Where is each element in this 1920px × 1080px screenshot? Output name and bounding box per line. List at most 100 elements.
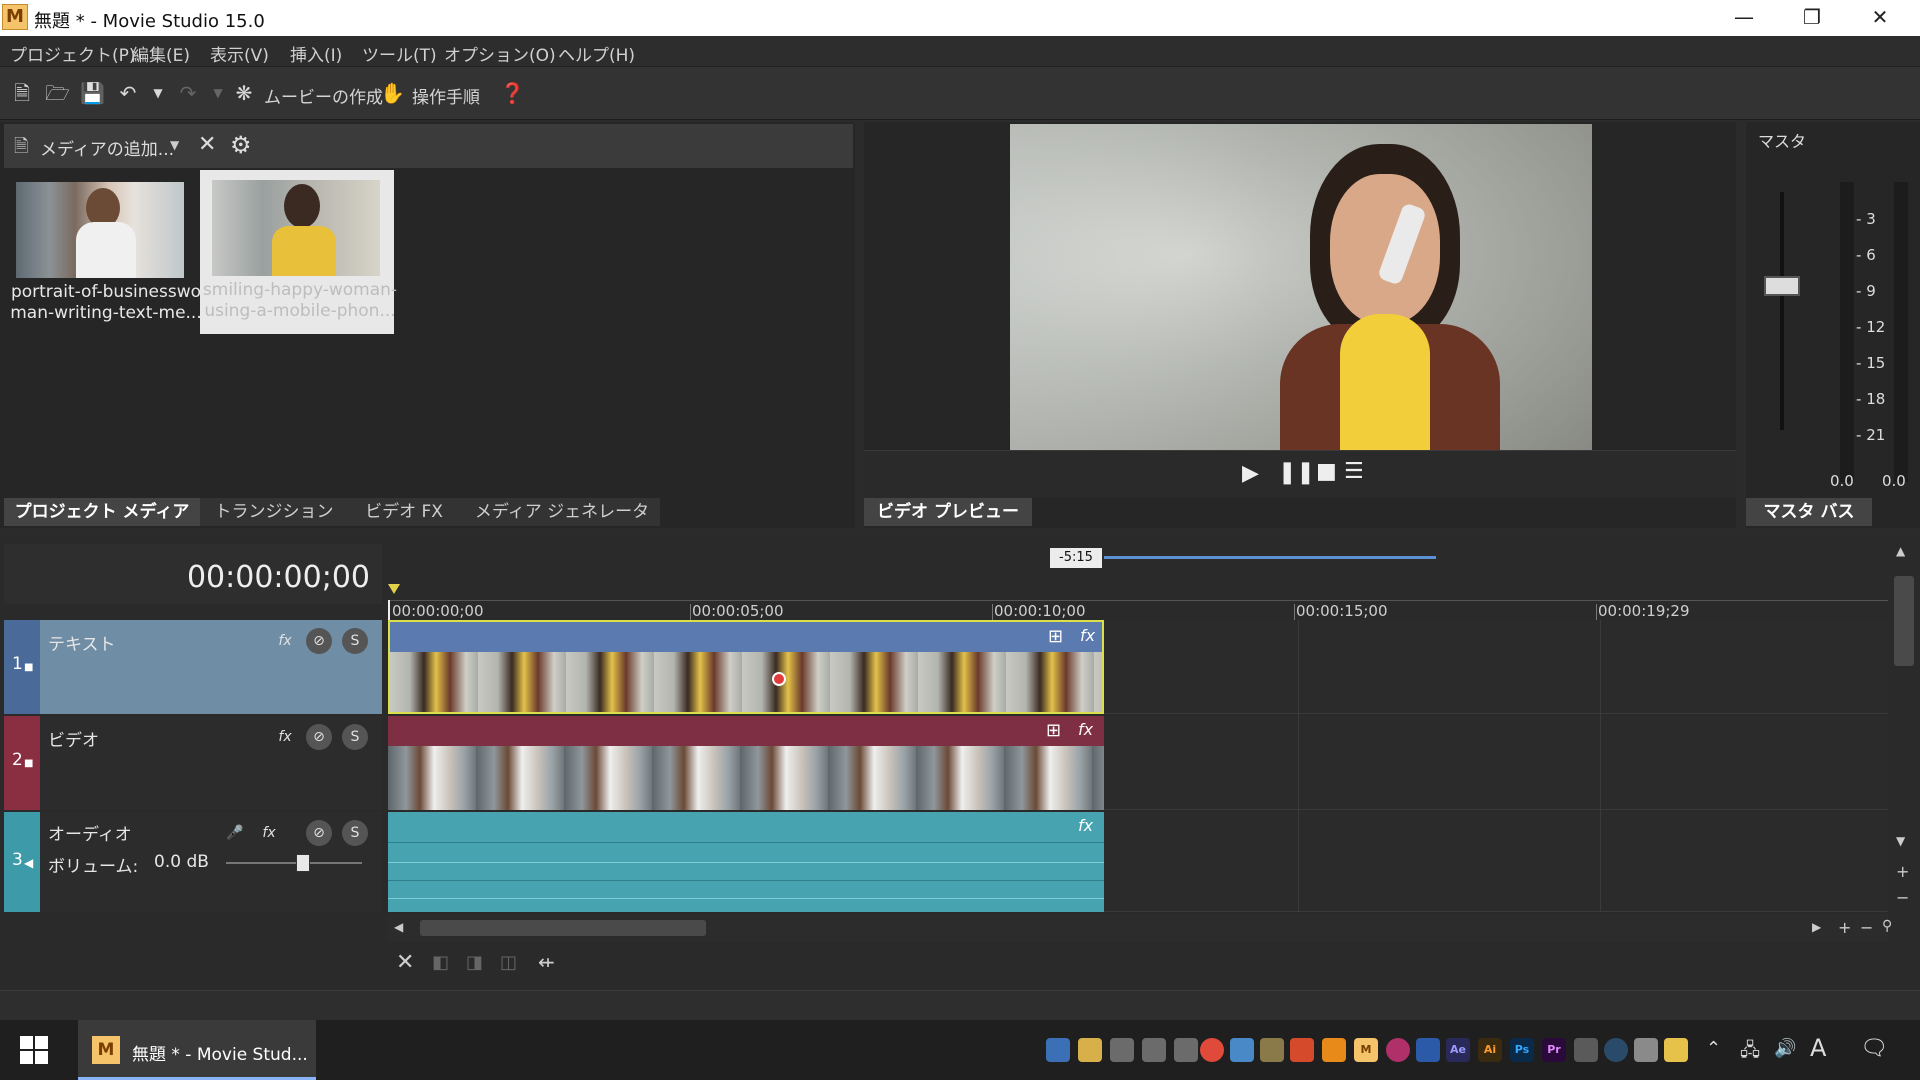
volume-slider-handle[interactable] <box>296 854 310 872</box>
help-context-icon[interactable]: ❓ <box>500 81 525 105</box>
input-method-icon[interactable]: A <box>1810 1034 1826 1062</box>
tray-app-icon[interactable] <box>1664 1038 1688 1062</box>
volume-slider-track[interactable] <box>226 862 362 864</box>
redo-icon[interactable]: ↷ <box>176 81 200 105</box>
taskbar-app-movie-studio[interactable]: M 無題 * - Movie Stud... <box>78 1020 316 1080</box>
add-media-button[interactable]: メディアの追加... <box>40 135 174 160</box>
file-explorer-icon[interactable] <box>1078 1038 1102 1062</box>
track-solo-icon[interactable]: S <box>342 820 368 846</box>
tray-app-icon[interactable] <box>1290 1038 1314 1062</box>
open-folder-icon[interactable]: 🗁 <box>45 81 70 105</box>
after-effects-icon[interactable]: Ae <box>1446 1038 1470 1062</box>
tray-app-icon[interactable] <box>1110 1038 1134 1062</box>
network-icon[interactable]: 🖧 <box>1740 1038 1760 1068</box>
tab-project-media[interactable]: プロジェクト メディア <box>4 498 200 526</box>
tray-app-icon[interactable] <box>1634 1038 1658 1062</box>
playhead-marker-icon[interactable] <box>388 584 400 594</box>
movie-studio-tray-icon[interactable]: M <box>1354 1038 1378 1062</box>
loop-region-bar[interactable] <box>1104 556 1436 559</box>
show-hidden-icons-icon[interactable]: ⌃ <box>1706 1038 1721 1059</box>
media-settings-gear-icon[interactable]: ⚙ <box>230 131 252 159</box>
zoom-in-vertical-icon[interactable]: + <box>1896 862 1909 881</box>
undo-dropdown-icon[interactable]: ▼ <box>146 81 170 105</box>
track-fx-icon[interactable]: fx <box>272 628 298 654</box>
add-media-dropdown-icon[interactable]: ▼ <box>170 138 179 152</box>
make-movie-icon[interactable]: ❋ <box>232 81 256 105</box>
track-solo-icon[interactable]: S <box>342 724 368 750</box>
event-fx-icon[interactable]: fx <box>1078 816 1093 835</box>
tray-app-icon[interactable] <box>1604 1038 1628 1062</box>
video-clip-event-2[interactable]: ⊞ fx <box>388 716 1104 810</box>
premiere-icon[interactable]: Pr <box>1542 1038 1566 1062</box>
guide-hand-icon[interactable]: ✋ <box>380 81 405 105</box>
tray-app-icon[interactable] <box>1174 1038 1198 1062</box>
track-mute-icon[interactable]: ⊘ <box>306 820 332 846</box>
menu-list-icon[interactable]: ☰ <box>1344 459 1364 484</box>
timeline-horizontal-scrollbar[interactable]: ◀ ▶ + − ⚲ <box>388 914 1892 942</box>
event-fx-icon[interactable]: fx <box>1080 626 1095 645</box>
media-item[interactable]: portrait-of-businesswo man-writing-text-… <box>6 172 202 362</box>
event-crop-icon[interactable]: ⊞ <box>1048 626 1063 647</box>
play-icon[interactable]: ▶ <box>1242 461 1259 486</box>
trim-start-icon[interactable]: ◧ <box>432 952 449 973</box>
track-fx-icon[interactable]: fx <box>256 820 282 846</box>
event-fx-icon[interactable]: fx <box>1078 720 1093 739</box>
track-mute-icon[interactable]: ⊘ <box>306 724 332 750</box>
menu-options[interactable]: オプション(O) <box>444 41 556 66</box>
track-mute-icon[interactable]: ⊘ <box>306 628 332 654</box>
menu-view[interactable]: 表示(V) <box>210 41 269 66</box>
master-fader-handle[interactable] <box>1764 276 1800 296</box>
tray-app-icon[interactable] <box>1142 1038 1166 1062</box>
media-item-selected[interactable]: smiling-happy-woman- using-a-mobile-phon… <box>200 170 397 334</box>
menu-project[interactable]: プロジェクト(P) <box>10 41 136 66</box>
guide-button[interactable]: 操作手順 <box>412 83 480 108</box>
illustrator-icon[interactable]: Ai <box>1478 1038 1502 1062</box>
time-ruler[interactable]: -5:15 00:00:00;00 00:00:05;00 00:00:10;0… <box>388 544 1888 624</box>
tab-video-preview[interactable]: ビデオ プレビュー <box>864 498 1032 526</box>
volume-icon[interactable]: 🔊 <box>1774 1038 1796 1059</box>
remove-media-icon[interactable]: ✕ <box>198 132 216 157</box>
windows-start-icon[interactable] <box>20 1036 48 1064</box>
delete-icon[interactable]: ✕ <box>396 950 414 975</box>
split-icon[interactable]: ◫ <box>500 952 517 973</box>
scroll-left-icon[interactable]: ◀ <box>394 920 403 934</box>
tab-media-generators[interactable]: メディア ジェネレータ <box>464 498 660 526</box>
scroll-up-icon[interactable]: ▲ <box>1896 544 1905 558</box>
timeline-vertical-scrollbar[interactable]: ▲ ▼ + − <box>1890 544 1918 914</box>
track-fx-icon[interactable]: fx <box>272 724 298 750</box>
menu-tools[interactable]: ツール(T) <box>362 41 437 66</box>
video-clip-event-1[interactable]: ⊞ fx <box>388 620 1104 714</box>
scrollbar-thumb[interactable] <box>420 920 706 936</box>
event-crop-icon[interactable]: ⊞ <box>1046 720 1061 741</box>
restore-button[interactable]: ❐ <box>1778 0 1846 36</box>
zoom-tool-icon[interactable]: ⚲ <box>1882 918 1892 934</box>
snap-icon[interactable]: ⇷ <box>538 950 555 974</box>
zoom-out-time-icon[interactable]: − <box>1860 918 1873 937</box>
zoom-in-time-icon[interactable]: + <box>1838 918 1851 937</box>
minimize-button[interactable]: — <box>1710 0 1778 36</box>
new-file-icon[interactable]: 🗎 <box>10 81 34 105</box>
tray-app-icon[interactable] <box>1046 1038 1070 1062</box>
add-media-icon[interactable]: 🗎 <box>14 134 36 158</box>
tray-app-icon[interactable] <box>1416 1038 1440 1062</box>
scroll-right-icon[interactable]: ▶ <box>1812 920 1821 934</box>
scroll-down-icon[interactable]: ▼ <box>1896 834 1905 848</box>
tab-master-bus[interactable]: マスタ バス <box>1746 498 1872 526</box>
menu-help[interactable]: ヘルプ(H) <box>558 41 635 66</box>
scrollbar-thumb[interactable] <box>1894 576 1914 666</box>
tray-app-icon[interactable] <box>1386 1038 1410 1062</box>
menu-insert[interactable]: 挿入(I) <box>290 41 342 66</box>
tab-transitions[interactable]: トランジション <box>204 498 344 526</box>
chrome-icon[interactable] <box>1200 1038 1224 1062</box>
undo-icon[interactable]: ↶ <box>116 81 140 105</box>
stop-icon[interactable]: ■ <box>1316 459 1337 484</box>
track-header-text[interactable]: 1 ■ テキスト fx ⊘ S <box>4 620 382 714</box>
track-header-audio[interactable]: 3 ◀ オーディオ 🎤 fx ⊘ S ボリューム: 0.0 dB <box>4 812 382 912</box>
track-header-video[interactable]: 2 ■ ビデオ fx ⊘ S <box>4 716 382 810</box>
notifications-icon[interactable]: 🗨 <box>1860 1036 1888 1061</box>
tray-app-icon[interactable] <box>1260 1038 1284 1062</box>
trim-end-icon[interactable]: ◨ <box>466 952 483 973</box>
zoom-out-vertical-icon[interactable]: − <box>1896 888 1909 907</box>
photoshop-icon[interactable]: Ps <box>1510 1038 1534 1062</box>
tray-app-icon[interactable] <box>1574 1038 1598 1062</box>
